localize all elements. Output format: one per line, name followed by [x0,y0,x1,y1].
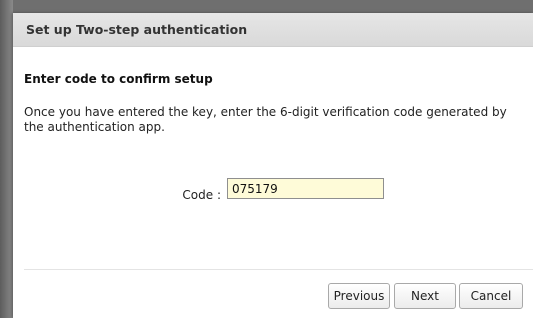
previous-button[interactable]: Previous [328,283,390,309]
background-page-edge [0,0,13,318]
code-label: Code : [182,188,221,202]
instructions-text: Once you have entered the key, enter the… [24,105,507,134]
dialog-title: Set up Two-step authentication [26,22,248,37]
next-button[interactable]: Next [394,283,456,309]
footer-divider [24,269,533,270]
section-heading: Enter code to confirm setup [24,72,213,86]
cancel-button[interactable]: Cancel [459,283,523,309]
two-step-setup-dialog: Set up Two-step authentication Enter cod… [13,13,533,318]
dialog-header: Set up Two-step authentication [13,13,533,47]
verification-code-input[interactable] [227,178,384,199]
